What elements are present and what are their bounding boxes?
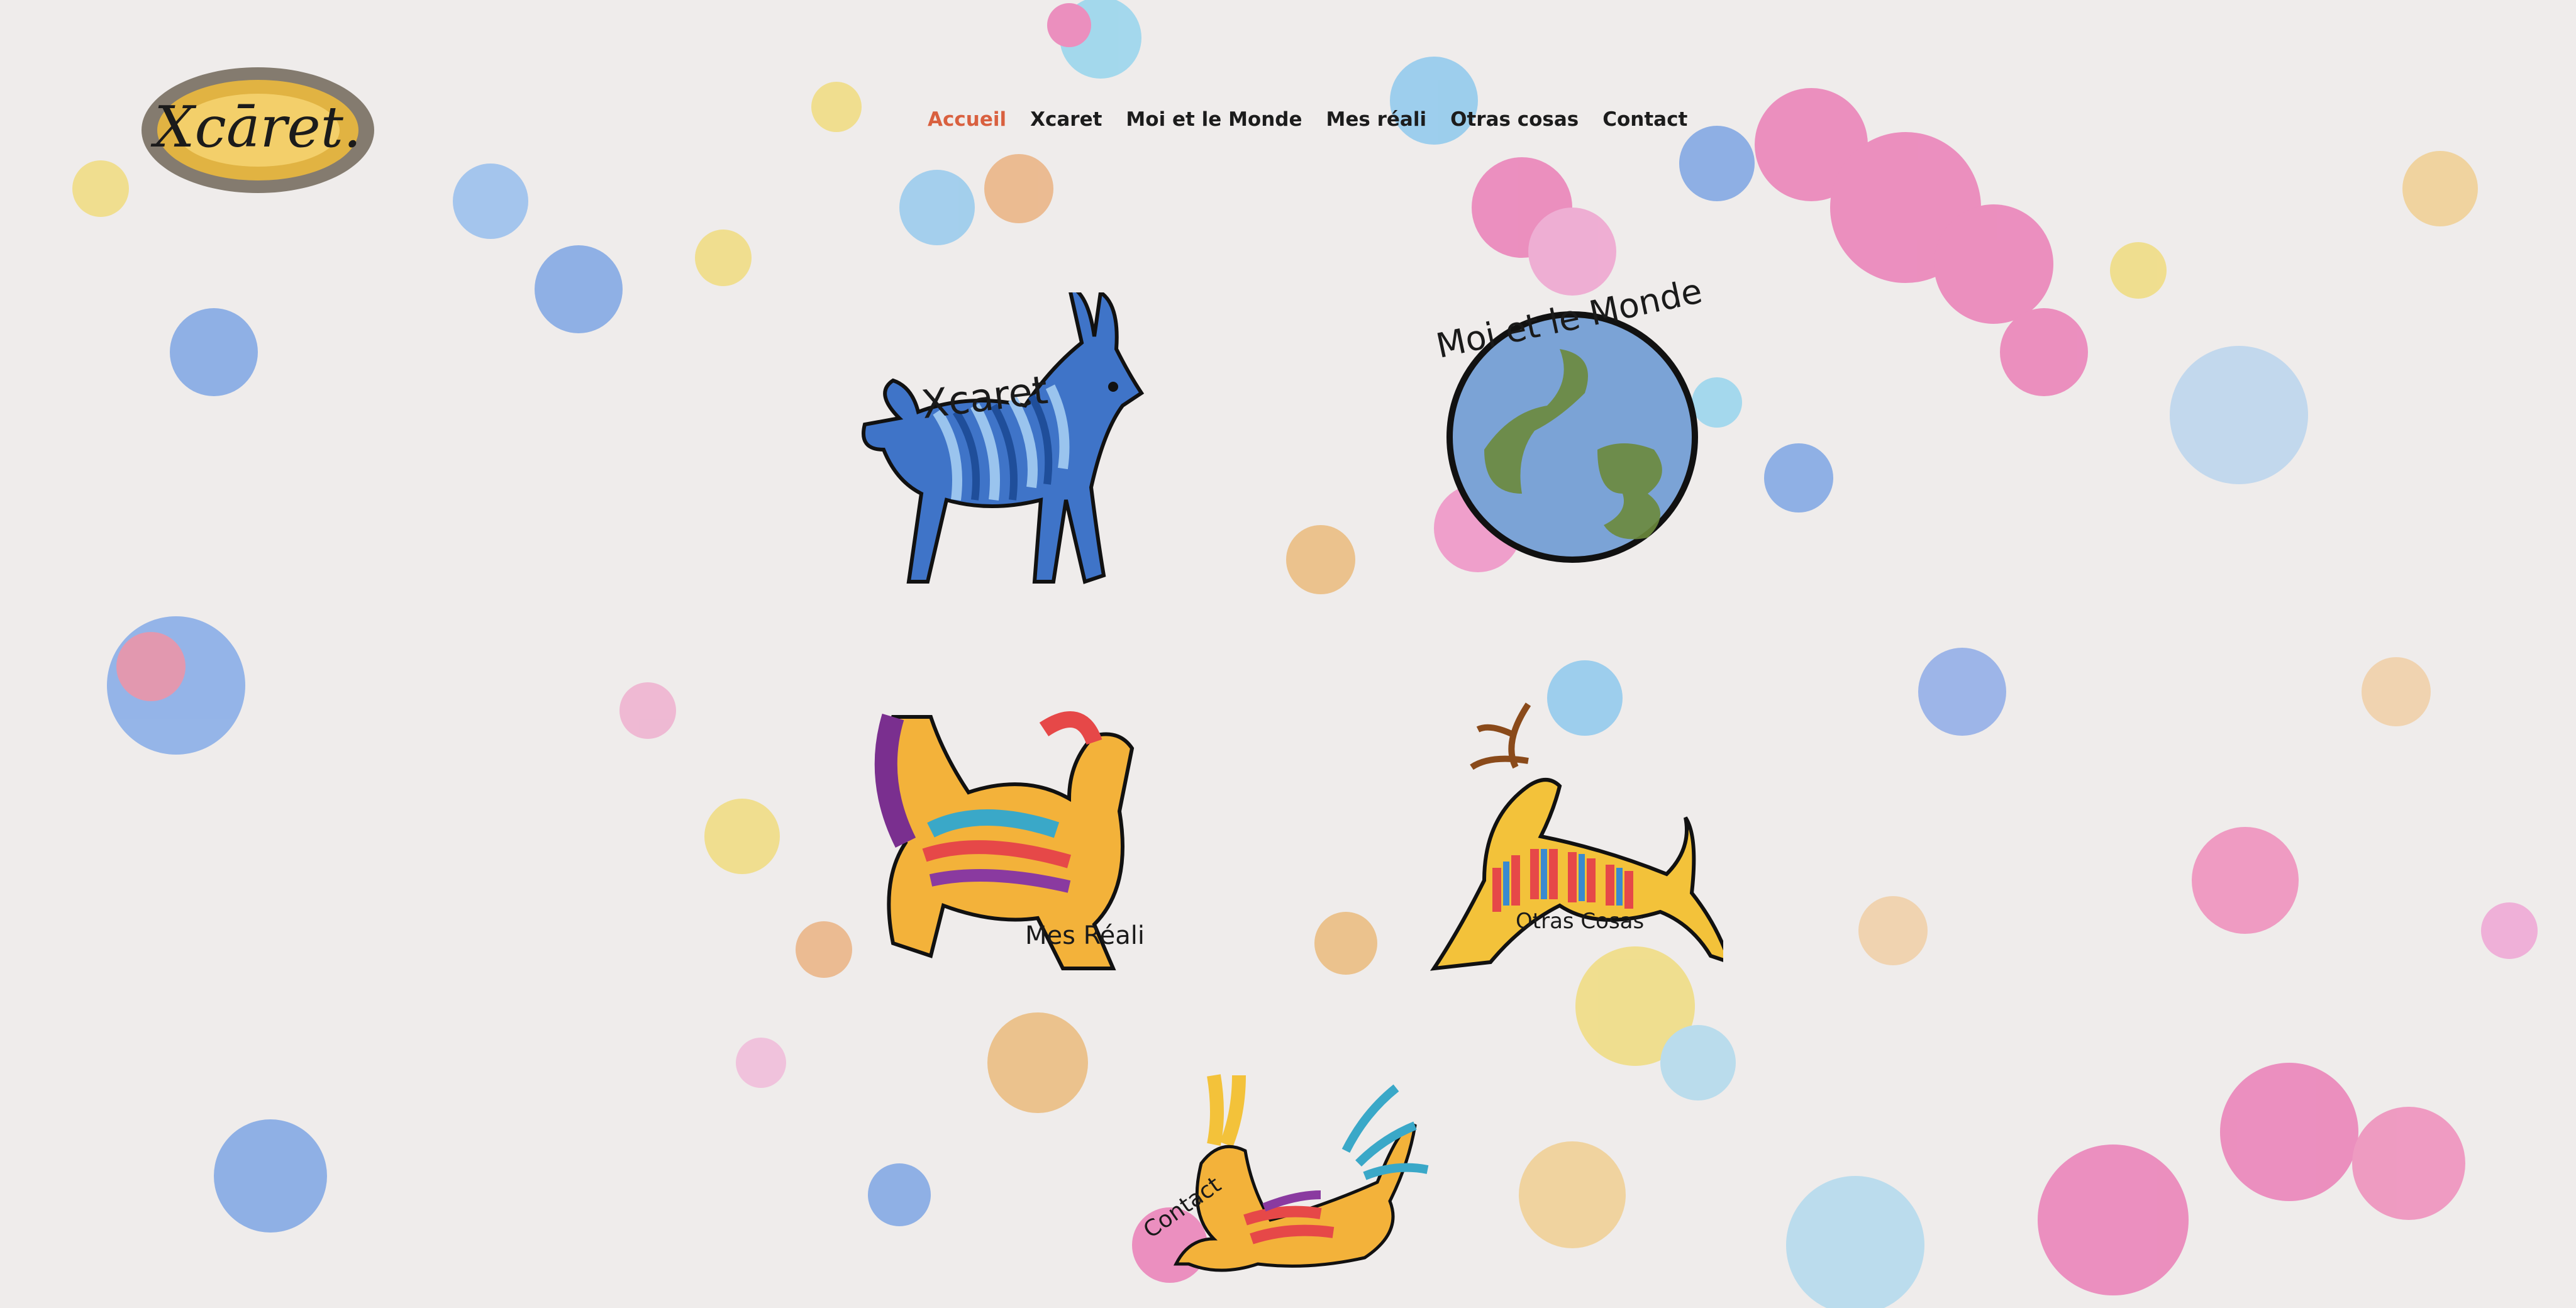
logo-text: Xcāret.: [154, 94, 362, 160]
main-nav: Accueil Xcaret Moi et le Monde Mes réali…: [928, 104, 1687, 135]
tile-xcaret[interactable]: Xcaret: [862, 292, 1151, 619]
tile-otras-cosas[interactable]: Otras Cosas: [1421, 692, 1723, 981]
tile-contact[interactable]: Contact: [1138, 1063, 1434, 1289]
site-logo[interactable]: Xcāret.: [135, 60, 380, 201]
nav-item-otras-cosas[interactable]: Otras cosas: [1450, 108, 1579, 131]
tile-otras-cosas-label: Otras Cosas: [1516, 909, 1645, 934]
rainbow-rabbit-icon: [1173, 1074, 1429, 1272]
nav-item-contact[interactable]: Contact: [1602, 108, 1687, 131]
blue-llama-icon: [862, 292, 1145, 584]
nav-item-accueil[interactable]: Accueil: [928, 108, 1006, 131]
tile-mes-reali-label: Mes Réali: [1025, 921, 1145, 950]
nav-item-moi-et-le-monde[interactable]: Moi et le Monde: [1126, 108, 1302, 131]
tile-mes-reali[interactable]: Mes Réali: [855, 692, 1157, 975]
nav-item-mes-reali[interactable]: Mes réali: [1326, 108, 1427, 131]
rainbow-deer-icon: [1430, 702, 1723, 971]
nav-item-xcaret[interactable]: Xcaret: [1030, 108, 1102, 131]
tile-moi-et-le-monde[interactable]: Moi et le Monde: [1421, 271, 1711, 563]
